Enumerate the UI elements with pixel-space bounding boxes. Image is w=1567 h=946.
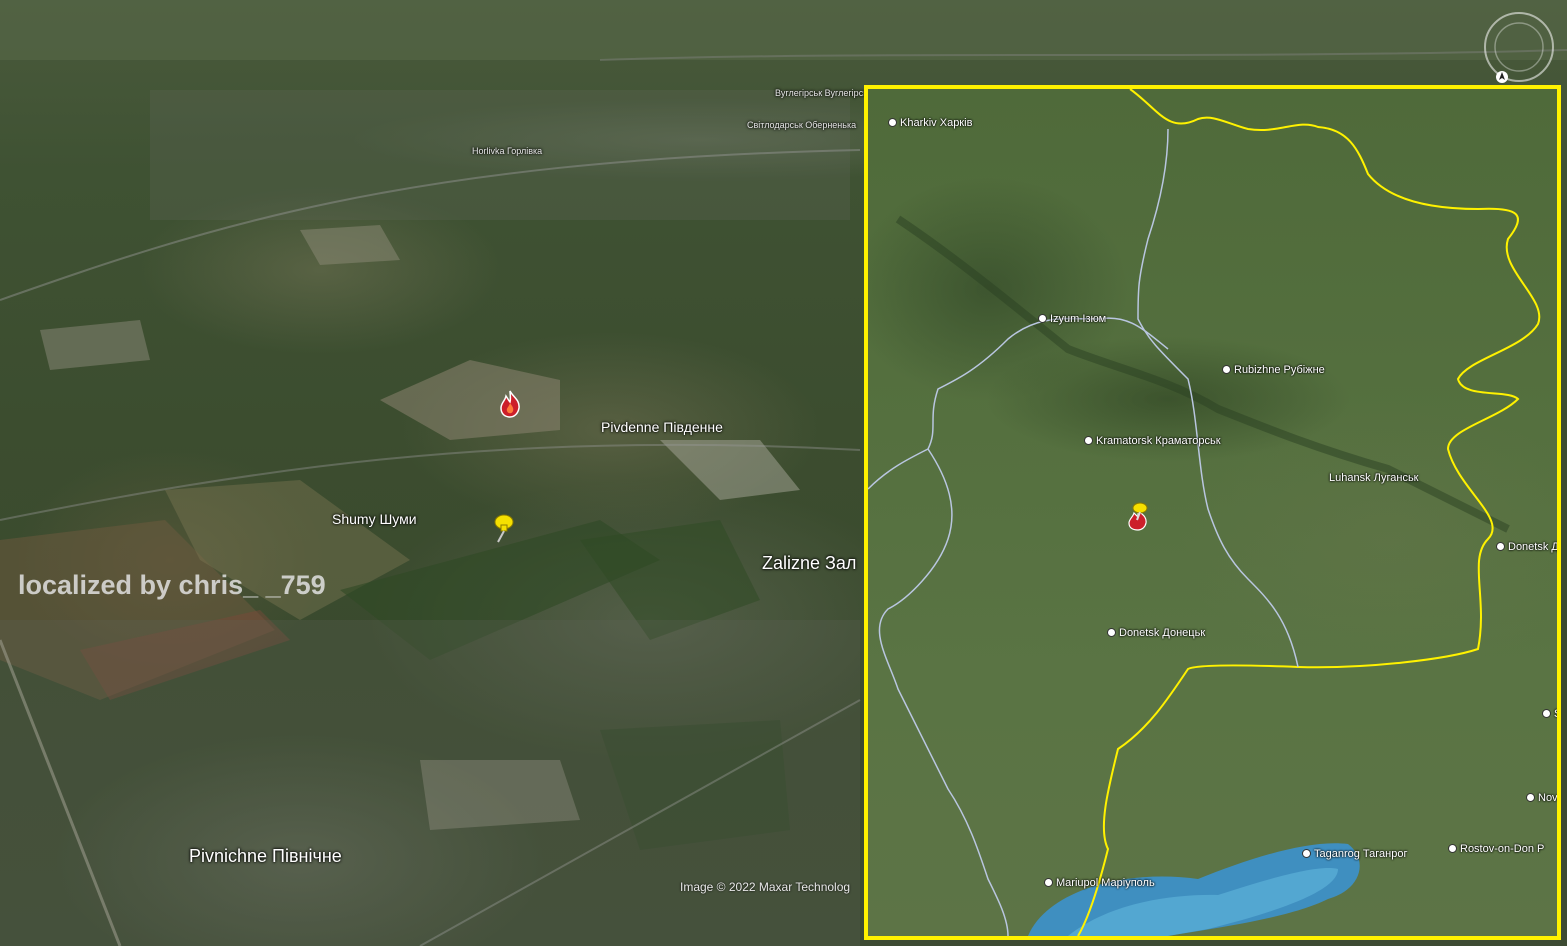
fire-icon[interactable] [497, 390, 523, 418]
pushpin-icon[interactable] [490, 513, 516, 543]
inset-boundaries [868, 89, 1541, 936]
city-rubizhne: Rubizhne Рубіжне [1222, 364, 1325, 376]
inset-map[interactable]: Kharkiv Харків Izyum Ізюм Rubizhne Рубіж… [864, 85, 1561, 940]
city-s-edge: S [1542, 708, 1557, 720]
city-luhansk: Luhansk Луганськ [1329, 472, 1419, 484]
place-label-horlivka: Horlivka Горлівка [472, 146, 543, 156]
city-kharkiv: Kharkiv Харків [888, 117, 972, 129]
place-label-north-1: Вуглегірськ Вуглегірськ [775, 88, 872, 98]
imagery-credit: Image © 2022 Maxar Technolog [680, 880, 851, 894]
city-donetsk: Donetsk Донецьк [1107, 627, 1205, 639]
watermark-text: localized by chris_ _759 [18, 570, 326, 600]
place-label-pivdenne: Pivdenne Південне [601, 419, 723, 435]
place-label-north-2: Світлодарськ Оберненька [747, 120, 857, 130]
compass-icon[interactable] [1482, 10, 1556, 84]
place-label-zalizne: Zalizne Зал [762, 553, 857, 573]
place-label-shumy: Shumy Шуми [332, 511, 417, 527]
city-mariupol: Mariupol Маріуполь [1044, 877, 1155, 889]
city-izyum: Izyum Ізюм [1038, 313, 1106, 325]
place-label-pivnichne: Pivnichne Північне [189, 846, 342, 866]
inset-marker-icon[interactable] [1125, 502, 1151, 532]
city-taganrog: Taganrog Таганрог [1302, 848, 1407, 860]
city-novo: Novo [1526, 792, 1557, 804]
city-donetsk-ru: Donetsk Д [1496, 541, 1557, 553]
city-kramatorsk: Kramatorsk Краматорськ [1084, 435, 1221, 447]
city-rostov: Rostov-on-Don Р [1448, 843, 1544, 855]
